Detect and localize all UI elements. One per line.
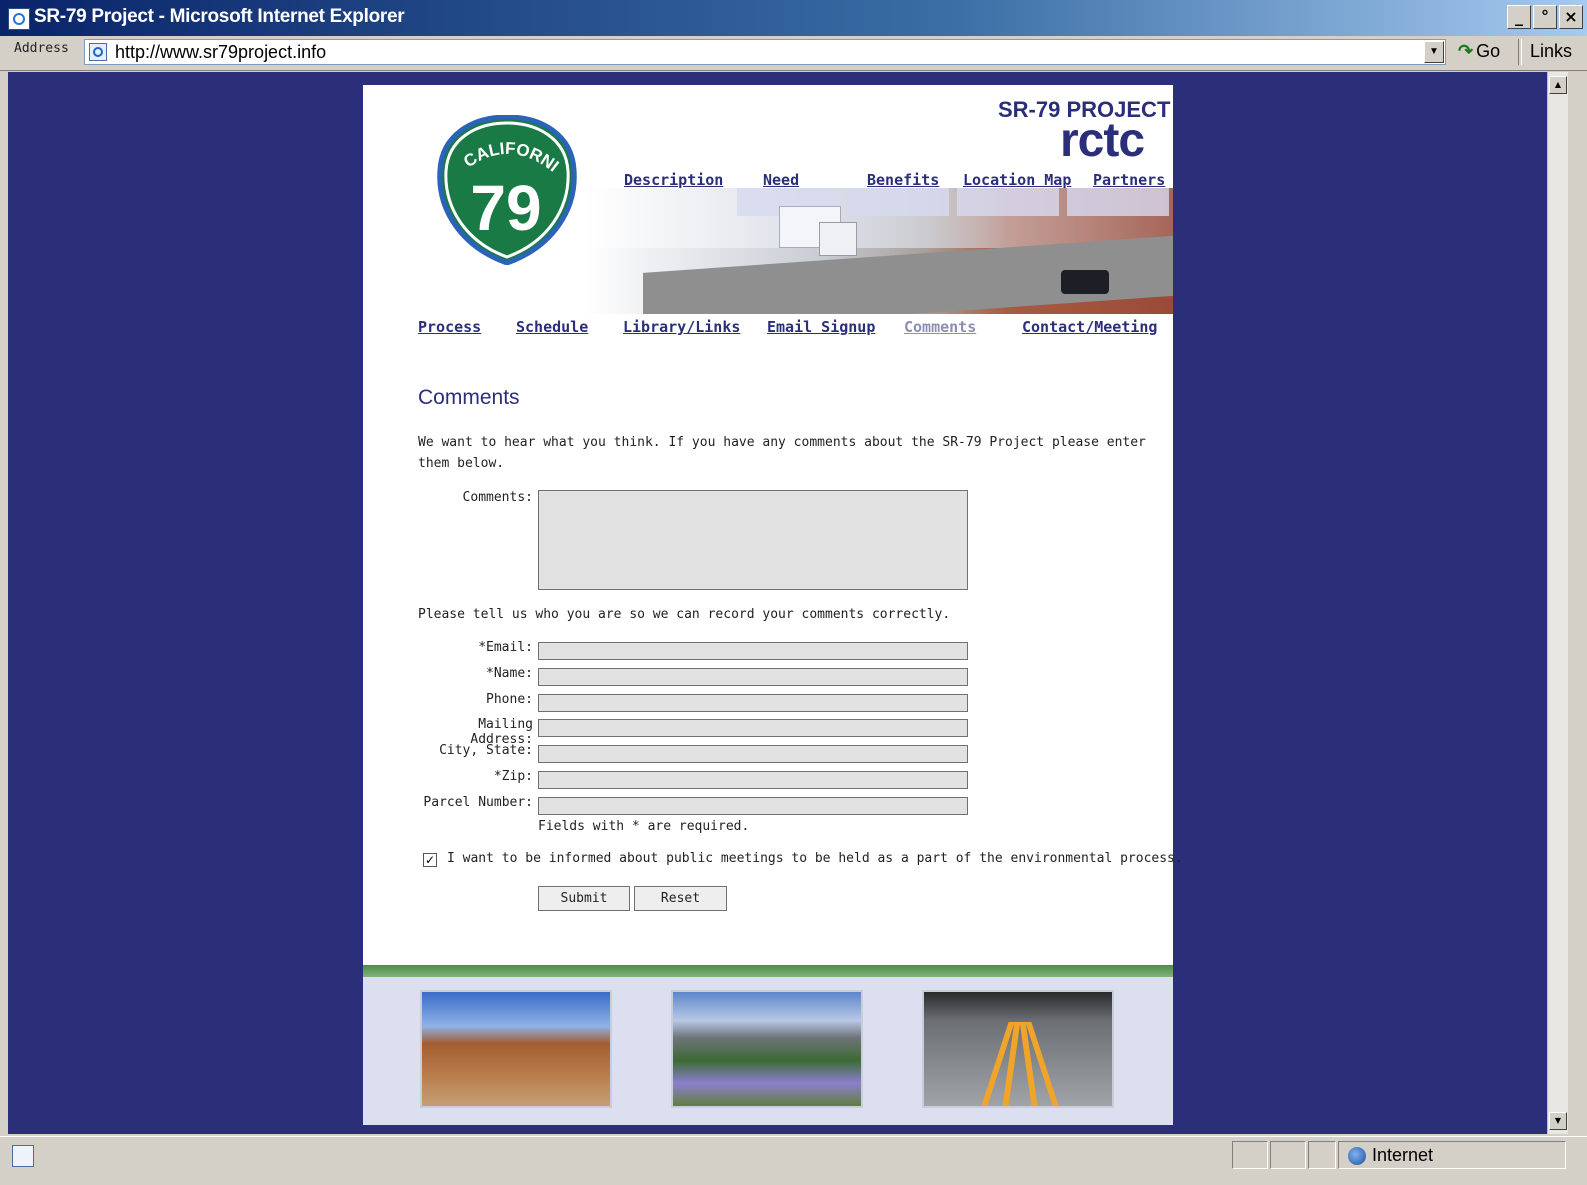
- sign-number-text: 79: [470, 172, 541, 244]
- restore-button[interactable]: °: [1533, 5, 1557, 29]
- address-dropdown-icon[interactable]: ▼: [1424, 41, 1444, 63]
- address-bar: Address http://www.sr79project.info ▼ ↷ G…: [0, 36, 1587, 71]
- nav-description[interactable]: Description: [624, 171, 723, 189]
- phone-field[interactable]: [538, 694, 968, 712]
- comments-textarea[interactable]: [538, 490, 968, 590]
- california-79-sign-logo: CALIFORNIA 79: [432, 115, 577, 265]
- scroll-down-icon[interactable]: ▼: [1549, 1112, 1567, 1130]
- nav-email-signup[interactable]: Email Signup: [767, 318, 875, 336]
- ie-app-icon[interactable]: [8, 8, 30, 30]
- footer-divider: [363, 965, 1173, 977]
- road-lines-photo: [922, 990, 1114, 1108]
- nav-need[interactable]: Need: [763, 171, 799, 189]
- address-url: http://www.sr79project.info: [115, 42, 327, 62]
- status-panel: [1232, 1141, 1268, 1169]
- nav-library-links[interactable]: Library/Links: [623, 318, 740, 336]
- city-state-label: City, State:: [439, 743, 533, 758]
- wildflowers-photo: [671, 990, 863, 1108]
- meetings-checkbox[interactable]: ✓: [423, 853, 437, 867]
- nav-schedule[interactable]: Schedule: [516, 318, 588, 336]
- name-label: *Name:: [486, 666, 533, 681]
- rctc-logo: rctc: [1060, 114, 1145, 167]
- nav-contact-meeting[interactable]: Contact/Meeting: [1022, 318, 1157, 336]
- minimize-button[interactable]: _: [1507, 5, 1531, 29]
- meetings-checkbox-label: I want to be informed about public meeti…: [447, 851, 1183, 866]
- window-titlebar: SR-79 Project - Microsoft Internet Explo…: [0, 0, 1587, 36]
- internet-zone-icon: [1348, 1147, 1366, 1165]
- toolbar-separator: [1518, 39, 1522, 65]
- window-title: SR-79 Project - Microsoft Internet Explo…: [34, 6, 405, 27]
- page-heading: Comments: [418, 386, 520, 409]
- status-page-icon: [12, 1145, 34, 1167]
- required-note: Fields with * are required.: [538, 819, 750, 834]
- window-controls: _ ° ×: [1507, 5, 1583, 29]
- nav-partners[interactable]: Partners: [1093, 171, 1165, 189]
- status-panel: [1270, 1141, 1306, 1169]
- address-input[interactable]: http://www.sr79project.info ▼: [84, 39, 1446, 65]
- vertical-scrollbar[interactable]: ▲ ▼: [1547, 72, 1568, 1134]
- page-icon: [89, 43, 107, 61]
- mailing-address-field[interactable]: [538, 719, 968, 737]
- parcel-number-field[interactable]: [538, 797, 968, 815]
- highway-banner-image: [583, 188, 1173, 314]
- city-state-field[interactable]: [538, 745, 968, 763]
- desert-hills-photo: [420, 990, 612, 1108]
- comments-label: Comments:: [462, 490, 533, 505]
- status-bar: Internet: [0, 1136, 1587, 1185]
- intro-text: We want to hear what you think. If you h…: [418, 435, 1146, 471]
- go-arrow-icon: ↷: [1458, 41, 1474, 61]
- go-label: Go: [1476, 41, 1501, 61]
- status-panel: [1308, 1141, 1336, 1169]
- email-field[interactable]: [538, 642, 968, 660]
- zip-label: *Zip:: [493, 769, 533, 784]
- nav-comments[interactable]: Comments: [904, 318, 976, 336]
- links-button[interactable]: Links: [1530, 41, 1572, 62]
- email-label: *Email:: [478, 640, 533, 655]
- parcel-number-label: Parcel Number:: [423, 795, 533, 810]
- zip-field[interactable]: [538, 771, 968, 789]
- submit-button[interactable]: Submit: [538, 886, 630, 911]
- name-field[interactable]: [538, 668, 968, 686]
- zone-label: Internet: [1372, 1145, 1434, 1165]
- close-button[interactable]: ×: [1559, 5, 1583, 29]
- nav-benefits[interactable]: Benefits: [867, 171, 939, 189]
- nav-location-map[interactable]: Location Map: [963, 171, 1071, 189]
- scroll-up-icon[interactable]: ▲: [1549, 76, 1567, 94]
- identify-prompt: Please tell us who you are so we can rec…: [418, 607, 951, 622]
- checkmark-icon: ✓: [424, 853, 436, 867]
- address-label: Address: [14, 41, 69, 56]
- reset-button[interactable]: Reset: [634, 886, 727, 911]
- nav-process[interactable]: Process: [418, 318, 481, 336]
- go-button[interactable]: ↷ Go: [1458, 41, 1500, 62]
- phone-label: Phone:: [486, 692, 533, 707]
